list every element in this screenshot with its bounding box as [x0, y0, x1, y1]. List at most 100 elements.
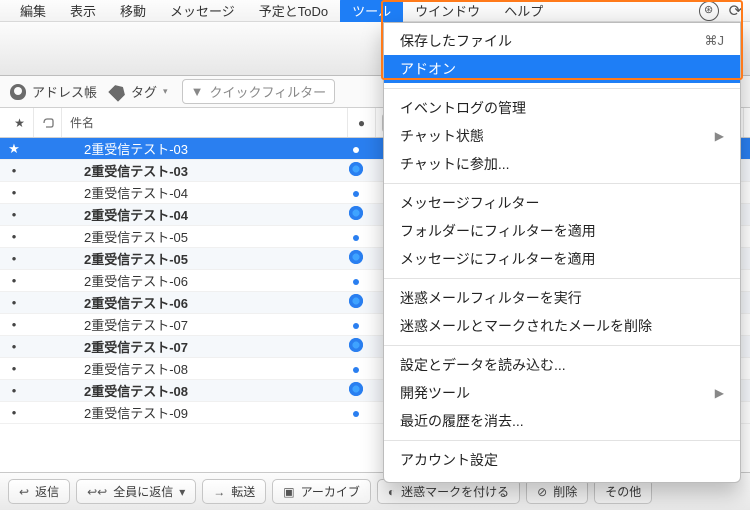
menu-item[interactable]: アカウント設定: [384, 446, 740, 474]
menu-item[interactable]: 最近の履歴を消去...: [384, 407, 740, 435]
chevron-down-icon: ▾: [179, 485, 185, 499]
row-star[interactable]: •: [0, 383, 28, 398]
quick-filter-button[interactable]: ▼ クイックフィルター: [182, 79, 336, 104]
row-status[interactable]: [342, 382, 370, 399]
menu-ヘルプ[interactable]: ヘルプ: [492, 0, 555, 22]
junk-label: 迷惑マークを付ける: [401, 483, 509, 500]
row-status[interactable]: [342, 317, 370, 332]
menu-item-label: アカウント設定: [400, 450, 498, 470]
menu-item-label: メッセージにフィルターを適用: [400, 249, 595, 269]
row-status[interactable]: [342, 405, 370, 420]
row-star[interactable]: •: [0, 295, 28, 310]
col-read-status[interactable]: ●: [348, 108, 376, 137]
menu-item-label: チャット状態: [400, 126, 484, 146]
row-star[interactable]: •: [0, 163, 28, 178]
row-star[interactable]: •: [0, 339, 28, 354]
menu-separator: [384, 88, 740, 89]
col-star[interactable]: ★: [6, 108, 34, 137]
reply-button[interactable]: ↩返信: [8, 479, 70, 504]
menu-item[interactable]: チャットに参加...: [384, 150, 740, 178]
menu-item[interactable]: アドオン: [384, 55, 740, 83]
chevron-down-icon: ▾: [163, 86, 168, 97]
menu-separator: [384, 345, 740, 346]
menu-item[interactable]: 保存したファイル ⌘J: [384, 27, 740, 55]
menu-予定とToDo[interactable]: 予定とToDo: [247, 0, 340, 22]
menu-item[interactable]: メッセージにフィルターを適用: [384, 245, 740, 273]
row-subject: 2重受信テスト-05: [56, 249, 342, 268]
menu-item-label: 迷惑メールフィルターを実行: [400, 288, 582, 308]
row-star[interactable]: ★: [0, 141, 28, 157]
menu-item[interactable]: フォルダーにフィルターを適用: [384, 217, 740, 245]
col-subject[interactable]: 件名: [62, 108, 348, 137]
menu-item-label: 開発ツール: [400, 383, 470, 403]
delete-icon: ⊘: [537, 485, 547, 499]
row-subject: 2重受信テスト-08: [56, 381, 342, 400]
row-star[interactable]: •: [0, 317, 28, 332]
sync-icon[interactable]: ⟳: [729, 1, 742, 21]
archive-button[interactable]: ▣アーカイブ: [272, 479, 371, 504]
chevron-right-icon: ▶: [715, 129, 724, 143]
menu-ウインドウ[interactable]: ウインドウ: [403, 0, 492, 22]
menu-item[interactable]: 迷惑メールフィルターを実行: [384, 284, 740, 312]
row-status[interactable]: [342, 229, 370, 244]
tag-icon: [108, 82, 128, 102]
row-subject: 2重受信テスト-09: [56, 403, 342, 422]
row-star[interactable]: •: [0, 207, 28, 222]
menu-item[interactable]: 設定とデータを読み込む...: [384, 351, 740, 379]
menu-item[interactable]: メッセージフィルター: [384, 189, 740, 217]
forward-icon: →: [213, 485, 225, 499]
funnel-icon: ▼: [191, 84, 204, 99]
menu-item-label: アドオン: [400, 59, 456, 79]
row-star[interactable]: •: [0, 405, 28, 420]
tag-button[interactable]: タグ ▾: [111, 82, 168, 101]
row-status[interactable]: [342, 250, 370, 267]
row-status[interactable]: [342, 162, 370, 179]
row-star[interactable]: •: [0, 185, 28, 200]
row-status[interactable]: [342, 294, 370, 311]
row-subject: 2重受信テスト-04: [56, 205, 342, 224]
menu-ツール[interactable]: ツール: [340, 0, 403, 22]
menu-item-label: フォルダーにフィルターを適用: [400, 221, 596, 241]
menu-item-label: 設定とデータを読み込む...: [400, 355, 566, 375]
row-subject: 2重受信テスト-05: [56, 227, 342, 246]
row-status[interactable]: [342, 273, 370, 288]
row-star[interactable]: •: [0, 251, 28, 266]
row-star[interactable]: •: [0, 229, 28, 244]
menu-メッセージ[interactable]: メッセージ: [158, 0, 247, 22]
menu-item-label: イベントログの管理: [400, 98, 526, 118]
reply-all-button[interactable]: ↩↩全員に返信▾: [76, 479, 196, 504]
row-status[interactable]: [342, 185, 370, 200]
menu-item[interactable]: 迷惑メールとマークされたメールを削除: [384, 312, 740, 340]
row-status[interactable]: [342, 141, 370, 156]
menu-item[interactable]: チャット状態 ▶: [384, 122, 740, 150]
row-star[interactable]: •: [0, 273, 28, 288]
row-star[interactable]: •: [0, 361, 28, 376]
delete-label: 削除: [553, 483, 577, 500]
col-subject-label: 件名: [70, 114, 94, 131]
col-attachment[interactable]: [34, 108, 62, 137]
row-status[interactable]: [342, 338, 370, 355]
tools-menu: 保存したファイル ⌘J アドオンイベントログの管理チャット状態 ▶ チャットに参加...…: [383, 22, 741, 483]
shortcut: ⌘J: [705, 33, 725, 49]
row-status[interactable]: [342, 206, 370, 223]
quick-filter-label: クイックフィルター: [209, 82, 326, 101]
creative-cloud-icon[interactable]: ⊛: [699, 1, 719, 21]
menu-item[interactable]: イベントログの管理: [384, 94, 740, 122]
flame-icon: ◐: [388, 485, 395, 499]
forward-button[interactable]: → 転送: [202, 479, 266, 504]
forward-label: 転送: [231, 483, 255, 500]
row-status[interactable]: [342, 361, 370, 376]
menu-表示[interactable]: 表示: [58, 0, 108, 22]
tag-label: タグ: [131, 82, 157, 101]
menu-item-label: チャットに参加...: [400, 154, 510, 174]
address-book-label: アドレス帳: [32, 82, 97, 101]
menu-item-label: 保存したファイル: [400, 31, 512, 51]
address-book-button[interactable]: アドレス帳: [10, 82, 97, 101]
menu-item[interactable]: 開発ツール▶: [384, 379, 740, 407]
menu-separator: [384, 183, 740, 184]
menu-編集[interactable]: 編集: [8, 0, 58, 22]
reply-label: 返信: [35, 483, 59, 500]
row-subject: 2重受信テスト-08: [56, 359, 342, 378]
menu-移動[interactable]: 移動: [108, 0, 158, 22]
archive-icon: ▣: [283, 485, 294, 499]
